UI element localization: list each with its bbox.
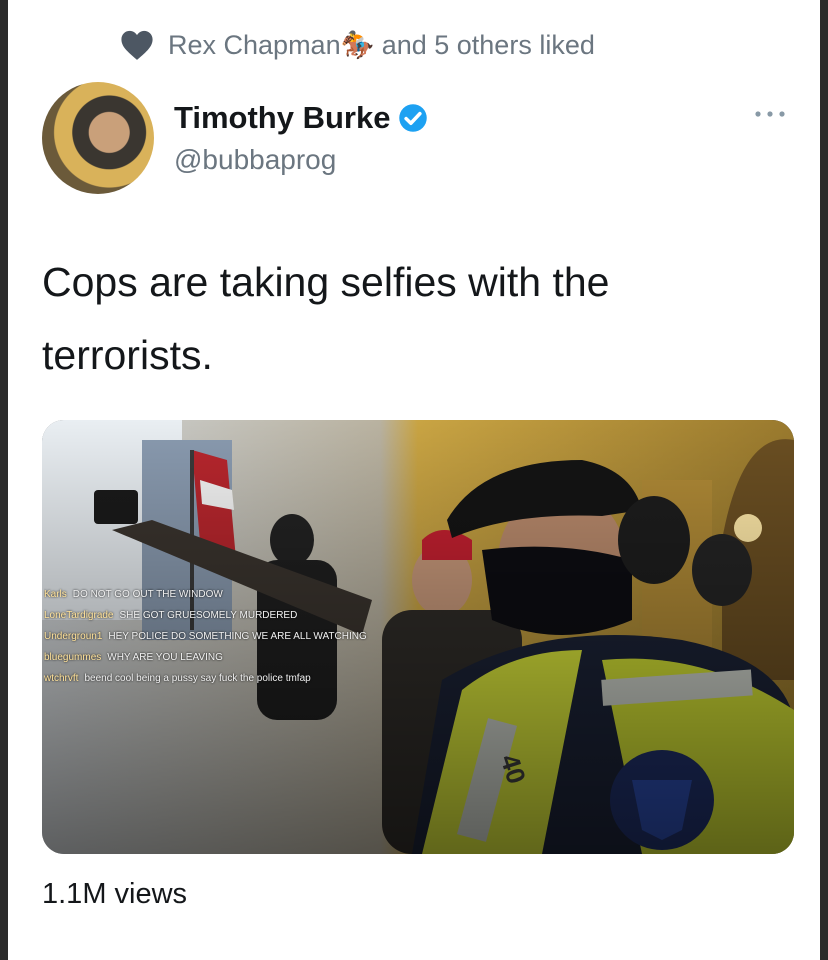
chat-username: Karls — [44, 589, 67, 600]
social-context-text: Rex Chapman🏇 and 5 others liked — [168, 30, 595, 60]
chat-message: bluegummes WHY ARE YOU LEAVING — [44, 647, 374, 668]
heart-icon — [121, 30, 153, 60]
chat-username: bluegummes — [44, 652, 102, 663]
verified-badge-icon — [399, 104, 428, 132]
chat-text: SHE GOT GRUESOMELY MURDERED — [119, 610, 298, 621]
social-context[interactable]: Rex Chapman🏇 and 5 others liked — [120, 24, 595, 66]
more-options-icon[interactable] — [750, 104, 790, 124]
tweet-media[interactable]: 40 Karls DO NOT GO OUT THE WINDOW LoneTar… — [42, 420, 794, 854]
chat-text: WHY ARE YOU LEAVING — [107, 652, 223, 663]
chat-username: Undergroun1 — [44, 631, 103, 642]
tweet-text: Cops are taking selfies with the terrori… — [42, 259, 610, 378]
author-name[interactable]: Timothy Burke — [174, 100, 428, 136]
chat-message: LoneTardigrade SHE GOT GRUESOMELY MURDERE… — [44, 605, 374, 626]
chat-text: beend cool being a pussy say fuck the po… — [84, 673, 311, 684]
chat-overlay: Karls DO NOT GO OUT THE WINDOW LoneTardig… — [44, 584, 374, 689]
chat-text: DO NOT GO OUT THE WINDOW — [72, 589, 223, 600]
avatar[interactable] — [42, 82, 154, 194]
chat-username: LoneTardigrade — [44, 610, 114, 621]
view-count: 1.1M views — [42, 878, 188, 910]
author-handle[interactable]: @bubbaprog — [174, 144, 336, 176]
chat-message: Undergroun1 HEY POLICE DO SOMETHING WE AR… — [44, 626, 374, 647]
tweet-card: Rex Chapman🏇 and 5 others liked Timothy … — [8, 0, 820, 960]
chat-message: wtchrvft beend cool being a pussy say fuc… — [44, 668, 374, 689]
chat-message: Karls DO NOT GO OUT THE WINDOW — [44, 584, 374, 605]
author-name-text: Timothy Burke — [174, 100, 391, 135]
chat-username: wtchrvft — [44, 673, 79, 684]
chat-text: HEY POLICE DO SOMETHING WE ARE ALL WATCH… — [108, 631, 367, 642]
